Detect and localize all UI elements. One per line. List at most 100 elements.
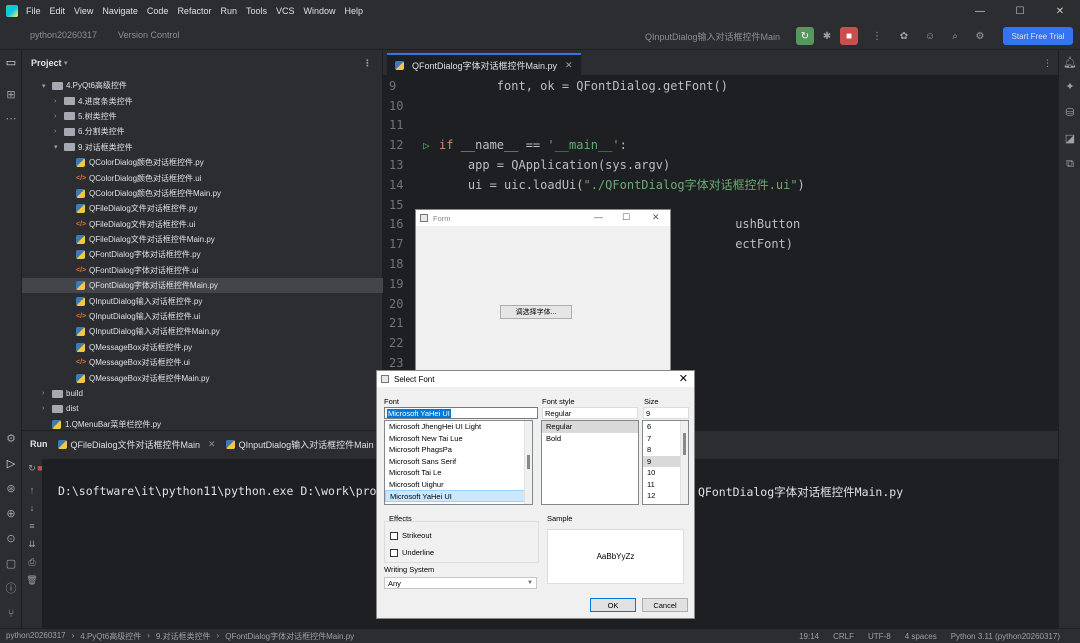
chevron-right-icon[interactable]: › (54, 98, 64, 105)
chevron-right-icon[interactable]: › (42, 405, 52, 412)
run-panel-title[interactable]: Run (30, 439, 48, 449)
tree-item[interactable]: › 5.树类控件 (22, 109, 383, 124)
tree-item[interactable]: › 6.分割类控件 (22, 124, 383, 139)
packages-icon[interactable]: ⧉ (1063, 158, 1077, 172)
structure-icon[interactable]: ⊞ (4, 88, 18, 102)
ok-button[interactable]: OK (590, 598, 636, 612)
list-item[interactable]: Microsoft New Tai Lue (385, 433, 532, 445)
project-folder-icon[interactable]: ▭ (4, 56, 18, 70)
choose-font-button[interactable]: 调选择字体... (500, 305, 572, 319)
menu-item-refactor[interactable]: Refactor (177, 6, 211, 16)
close-icon[interactable]: ✕ (652, 212, 660, 223)
python-interpreter[interactable]: Python 3.11 (python20260317) (951, 632, 1060, 641)
menu-item-navigate[interactable]: Navigate (102, 6, 138, 16)
strikeout-checkbox[interactable]: Strikeout (390, 531, 432, 540)
terminal-icon[interactable]: ▢ (4, 557, 18, 571)
run-tool-icon[interactable]: ▷ (4, 457, 18, 471)
run-tab[interactable]: QFileDialog文件对话框控件Main ✕ (57, 438, 216, 451)
chevron-right-icon[interactable]: › (42, 390, 52, 397)
breadcrumb-item[interactable]: python20260317 (6, 631, 66, 642)
minimize-icon[interactable]: — (960, 0, 1000, 22)
tree-item[interactable]: QFileDialog文件对话框控件.py (22, 201, 383, 216)
close-icon[interactable]: ✕ (679, 372, 688, 385)
close-icon[interactable]: ✕ (1040, 0, 1080, 22)
tree-item[interactable]: QMessageBox对话框控件Main.py (22, 370, 383, 385)
run-config-selector[interactable]: QInputDialog输入对话框控件Main (645, 30, 780, 43)
menu-item-file[interactable]: File (26, 6, 41, 16)
code-line[interactable]: 12 ▷ if __name__ == '__main__': (383, 135, 1058, 155)
list-item[interactable]: Regular (542, 421, 638, 433)
down-arrow-icon[interactable]: ↓ (26, 503, 38, 515)
project-selector[interactable]: python20260317 (30, 30, 97, 40)
menu-item-vcs[interactable]: VCS (276, 6, 295, 16)
writing-system-combo[interactable]: Any ▼ (384, 577, 537, 589)
line-separator[interactable]: CRLF (833, 632, 854, 641)
sciview-icon[interactable]: ◪ (1063, 132, 1077, 146)
run-tab[interactable]: QInputDialog输入对话框控件Main✕ (225, 438, 389, 451)
scrollbar[interactable] (680, 421, 688, 504)
indent-setting[interactable]: 4 spaces (905, 632, 937, 641)
font-style-input[interactable]: Regular (542, 407, 638, 419)
tree-item[interactable]: QFontDialog字体对话框控件.py (22, 247, 383, 262)
font-list[interactable]: Microsoft JhengHei UI Light Microsoft New… (384, 420, 533, 505)
code-line[interactable]: 10 (383, 96, 1058, 116)
print-icon[interactable]: ⎙ (26, 557, 38, 569)
chevron-down-icon[interactable]: ▾ (54, 143, 64, 151)
list-item[interactable]: Microsoft Uighur (385, 479, 532, 491)
tree-item[interactable]: </> QFontDialog字体对话框控件.ui (22, 263, 383, 278)
underline-checkbox[interactable]: Underline (390, 548, 434, 557)
font-style-list[interactable]: Regular Bold (541, 420, 639, 505)
tree-item[interactable]: </> QFileDialog文件对话框控件.ui (22, 217, 383, 232)
stop-icon[interactable]: ■ (840, 27, 858, 45)
close-tab-icon[interactable]: ✕ (208, 439, 216, 450)
ai-assistant-icon[interactable]: ✿ (895, 27, 913, 45)
soft-wrap-icon[interactable]: ≡ (26, 521, 38, 533)
tree-item[interactable]: </> QColorDialog颜色对话框控件.ui (22, 170, 383, 185)
code-line[interactable]: 13 app = QApplication(sys.argv) (383, 155, 1058, 175)
breadcrumb-item[interactable]: QFontDialog字体对话框控件Main.py (225, 631, 354, 642)
problems-icon[interactable]: ⊙ (4, 532, 18, 546)
minimize-icon[interactable]: — (594, 212, 603, 222)
notifications-icon[interactable]: 🔔︎ (1063, 56, 1077, 70)
code-line[interactable]: 11 (383, 116, 1058, 136)
more-actions-icon[interactable]: ⋮ (868, 27, 886, 45)
size-list[interactable]: 6 7 8 9 10 11 12 (642, 420, 689, 505)
tree-item[interactable]: ▾ 9.对话框类控件 (22, 140, 383, 155)
menu-item-code[interactable]: Code (147, 6, 169, 16)
scrollbar[interactable] (524, 421, 532, 504)
list-item[interactable]: Microsoft JhengHei UI Light (385, 421, 532, 433)
python-console-icon[interactable]: ⊛ (4, 482, 18, 496)
vcs-selector[interactable]: Version Control (118, 30, 180, 40)
list-item[interactable]: Microsoft YaHei UI (385, 490, 532, 502)
list-item[interactable]: Microsoft Tai Le (385, 467, 532, 479)
debug-icon[interactable]: ✱ (818, 27, 836, 45)
list-item[interactable]: Microsoft PhagsPa (385, 444, 532, 456)
search-icon[interactable]: ⌕ (946, 27, 964, 45)
tree-item[interactable]: QColorDialog颜色对话框控件Main.py (22, 186, 383, 201)
tree-item[interactable]: </> QInputDialog输入对话框控件.ui (22, 309, 383, 324)
tree-item[interactable]: QFontDialog字体对话框控件Main.py (22, 278, 383, 294)
tree-item[interactable]: QInputDialog输入对话框控件.py (22, 293, 383, 308)
breadcrumb-item[interactable]: 4.PyQt6高级控件 (80, 631, 141, 642)
git-icon[interactable]: ⑂ (4, 607, 18, 621)
list-item[interactable]: Microsoft Sans Serif (385, 456, 532, 468)
font-input[interactable]: Microsoft YaHei UI (384, 407, 538, 419)
chevron-right-icon[interactable]: › (54, 113, 64, 120)
tree-item[interactable]: › dist (22, 401, 383, 416)
panel-options-icon[interactable]: ⋮ (363, 58, 372, 69)
problems-list-icon[interactable]: ⓘ (4, 582, 18, 596)
menu-item-window[interactable]: Window (304, 6, 336, 16)
tab-options-icon[interactable]: ⋮ (1043, 58, 1052, 69)
account-icon[interactable]: ☺ (921, 27, 939, 45)
chevron-right-icon[interactable]: › (54, 128, 64, 135)
file-encoding[interactable]: UTF-8 (868, 632, 891, 641)
tree-item[interactable]: QFileDialog文件对话框控件Main.py (22, 232, 383, 247)
maximize-icon[interactable]: ☐ (622, 212, 630, 223)
chevron-down-icon[interactable]: ▾ (42, 82, 52, 90)
caret-position[interactable]: 19:14 (799, 632, 819, 641)
chevron-down-icon[interactable]: ▾ (64, 59, 68, 67)
menu-item-edit[interactable]: Edit (50, 6, 66, 16)
code-line[interactable]: 9 font, ok = QFontDialog.getFont() (383, 76, 1058, 96)
tree-item[interactable]: › build (22, 386, 383, 401)
run-gutter-icon[interactable]: ▷ (423, 139, 439, 152)
